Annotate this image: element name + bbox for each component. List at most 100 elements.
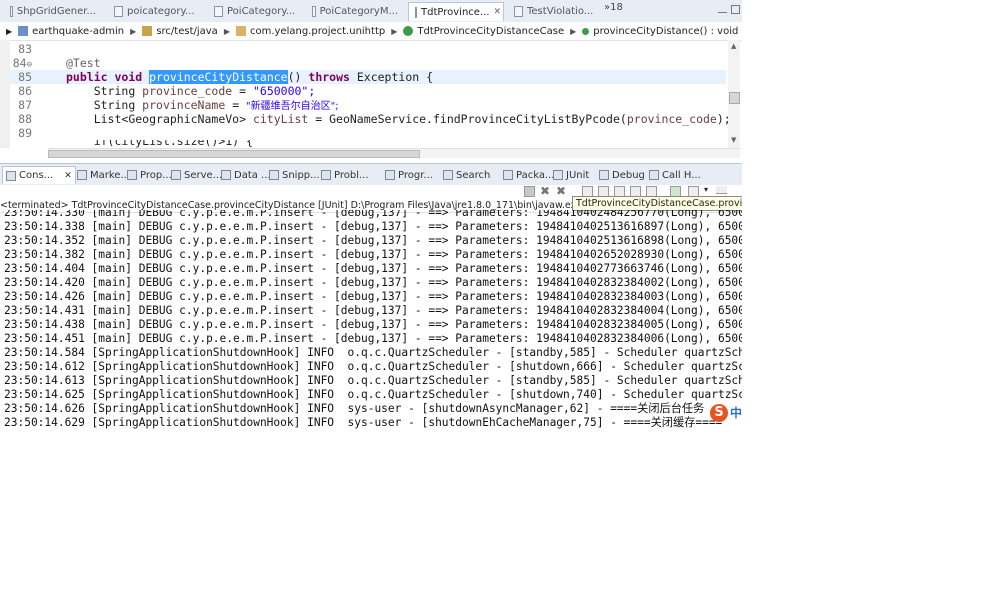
editor-tab[interactable]: TdtProvince... ✕: [408, 2, 504, 21]
console-line: 23:50:14.420 [main] DEBUG c.y.p.e.e.m.P.…: [4, 276, 742, 289]
view-tab-label: Debug: [612, 169, 645, 181]
remove-all-icon[interactable]: ✖: [556, 184, 566, 198]
line-number: 85: [18, 70, 32, 84]
view-icon: [385, 170, 395, 180]
code-token: =: [232, 84, 253, 98]
selected-method-name[interactable]: provinceCityDistance: [149, 70, 288, 84]
code-line[interactable]: 86 String province_code = "650000";: [10, 84, 726, 98]
view-tab[interactable]: JUnit: [550, 166, 592, 184]
keyword-token: public: [66, 70, 108, 84]
console-line: 23:50:14.584 [SpringApplicationShutdownH…: [4, 346, 742, 359]
editor-tab-label: PoiCategory...: [227, 6, 296, 17]
variable-token: cityList: [252, 112, 309, 126]
variable-token: province_code: [142, 84, 233, 98]
console-line: 23:50:14.382 [main] DEBUG c.y.p.e.e.m.P.…: [4, 248, 742, 261]
code-line[interactable]: 84⊖ @Test: [10, 56, 726, 70]
java-file-icon: [214, 6, 223, 17]
code-line[interactable]: 87 String provinceName = "新疆维吾尔自治区";: [10, 98, 726, 112]
view-tab[interactable]: Probl...: [318, 166, 372, 184]
close-icon[interactable]: ✕: [493, 7, 501, 17]
breadcrumb-separator-icon: ▶: [570, 26, 577, 36]
console-output[interactable]: 23:50:14.330 [main] DEBUG c.y.p.e.e.m.P.…: [0, 210, 742, 442]
close-icon[interactable]: ✕: [64, 171, 72, 181]
tabs-overflow-indicator[interactable]: »18: [604, 2, 623, 13]
console-line: 23:50:14.451 [main] DEBUG c.y.p.e.e.m.P.…: [4, 332, 742, 345]
view-icon: [221, 170, 231, 180]
code-line[interactable]: 89: [10, 126, 726, 140]
remove-launch-icon[interactable]: ✖: [540, 184, 550, 198]
breadcrumb-separator-icon: ▶: [391, 26, 398, 36]
code-token: if(cityList.size()>1) {: [93, 140, 253, 148]
java-file-icon: [312, 6, 316, 17]
view-tab[interactable]: Snipp...: [266, 166, 323, 184]
scroll-thumb[interactable]: [48, 150, 420, 158]
view-tab[interactable]: Call H...: [646, 166, 704, 184]
breadcrumb-method[interactable]: provinceCityDistance() : void: [593, 26, 738, 37]
editor-tab-label: PoiCategoryM...: [319, 6, 398, 17]
console-line: 23:50:14.338 [main] DEBUG c.y.p.e.e.m.P.…: [4, 220, 742, 233]
console-line: 23:50:14.613 [SpringApplicationShutdownH…: [4, 374, 742, 387]
breadcrumb: ▶ earthquake-admin ▶ src/test/java ▶ com…: [0, 22, 742, 41]
scroll-up-icon[interactable]: ▲: [731, 42, 736, 50]
editor-tab-bar: »18 ShpGridGener... poicategory... PoiCate…: [0, 0, 742, 23]
console-line: 23:50:14.431 [main] DEBUG c.y.p.e.e.m.P.…: [4, 304, 742, 317]
breadcrumb-separator-icon: ▶: [130, 26, 137, 36]
scroll-thumb[interactable]: [729, 92, 740, 104]
breadcrumb-arrow-icon[interactable]: ▶: [6, 27, 12, 36]
breadcrumb-source-folder[interactable]: src/test/java: [156, 26, 218, 37]
view-tab-label: Serve...: [184, 169, 223, 181]
view-tab-label: Progr...: [398, 169, 433, 181]
code-editor[interactable]: 83 84⊖ @Test 85 public void provinceCityDi…: [0, 40, 742, 148]
editor-tab[interactable]: TestViolatio...: [508, 2, 600, 21]
code-line[interactable]: 83: [10, 42, 726, 56]
line-number: 89: [18, 126, 32, 140]
package-icon: [235, 26, 246, 36]
view-tab[interactable]: Packa...: [500, 166, 558, 184]
view-tab[interactable]: Serve...: [168, 166, 225, 184]
view-icon: [599, 170, 609, 180]
editor-vertical-scrollbar[interactable]: ▲ ▼: [728, 40, 740, 148]
ime-badge-icon[interactable]: S: [710, 404, 728, 422]
editor-tab[interactable]: PoiCategory...: [208, 2, 302, 21]
code-line-current[interactable]: 85 public void provinceCityDistance() thr…: [10, 70, 726, 84]
editor-tab[interactable]: PoiCategoryM...: [306, 2, 404, 21]
console-line: 23:50:14.426 [main] DEBUG c.y.p.e.e.m.P.…: [4, 290, 742, 303]
ime-mode-icon[interactable]: 中: [730, 404, 742, 421]
keyword-token: void: [114, 70, 143, 84]
view-tab[interactable]: Search: [440, 166, 493, 184]
string-literal: "新疆维吾尔自治区";: [246, 101, 339, 112]
java-file-icon: [415, 6, 417, 18]
code-token: String: [93, 84, 143, 98]
minimize-icon[interactable]: [718, 5, 727, 13]
view-icon: [6, 170, 16, 181]
view-tab[interactable]: Progr...: [382, 166, 436, 184]
console-line: 23:50:14.626 [SpringApplicationShutdownH…: [4, 402, 705, 415]
view-tab-label: JUnit: [566, 169, 590, 181]
fold-marker-icon[interactable]: ⊖: [27, 60, 32, 70]
code-line[interactable]: 88 List<GeographicNameVo> cityList = Geo…: [10, 112, 731, 126]
scroll-down-icon[interactable]: ▼: [731, 136, 736, 144]
code-token: (): [287, 70, 309, 84]
minimize-view-icon[interactable]: [716, 186, 727, 194]
breadcrumb-project[interactable]: earthquake-admin: [32, 26, 124, 37]
maximize-icon[interactable]: [731, 5, 740, 14]
view-icon: [321, 170, 331, 180]
dropdown-icon[interactable]: ▾: [704, 185, 708, 194]
view-icon: [77, 170, 87, 180]
editor-horizontal-scrollbar[interactable]: [48, 148, 740, 158]
code-token: = GeoNameService.findProvinceCityListByP…: [308, 112, 627, 126]
terminate-icon[interactable]: [524, 186, 535, 197]
code-token: Exception {: [349, 70, 434, 84]
breadcrumb-class[interactable]: TdtProvinceCityDistanceCase: [417, 26, 564, 37]
console-tooltip: TdtProvinceCityDistanceCase.provinceCi: [572, 196, 742, 211]
source-folder-icon: [142, 26, 153, 36]
breadcrumb-package[interactable]: com.yelang.project.unihttp: [250, 26, 385, 37]
editor-tab[interactable]: poicategory...: [108, 2, 204, 21]
variable-token: province_code: [626, 112, 717, 126]
view-tab[interactable]: Debug: [596, 166, 648, 184]
editor-tab[interactable]: ShpGridGener...: [4, 2, 102, 21]
view-tab[interactable]: Cons... ✕: [2, 166, 76, 184]
variable-token: provinceName: [142, 98, 226, 112]
view-tab-bar: Cons... ✕ Marke... Prop... Serve... Data ... S…: [0, 163, 742, 187]
code-token: =: [225, 98, 247, 112]
